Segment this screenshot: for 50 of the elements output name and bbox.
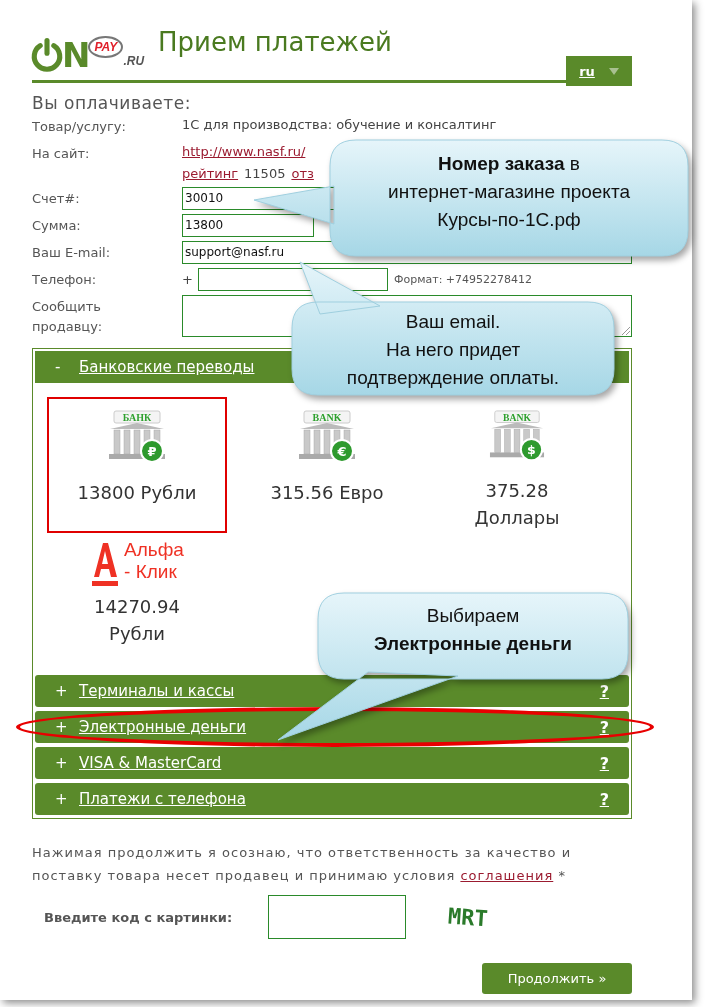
help-link[interactable]: ? — [599, 753, 609, 773]
expand-toggle[interactable]: + — [55, 754, 79, 772]
caret-icon — [608, 67, 619, 75]
payment-option[interactable]: Альфа - Клик 14270.94 Рубли — [47, 537, 227, 661]
option-amount: 375.28 Доллары — [473, 479, 561, 530]
option-amount: 14270.94 Рубли — [93, 595, 181, 646]
option-amount: 13800 Рубли — [77, 481, 197, 505]
help-link[interactable]: ? — [599, 789, 609, 809]
field-label: Счет#: — [32, 190, 81, 208]
agreement-text: Нажимая продолжить я осознаю, что ответственность за качество и поставку товара несет продавец и принимаю условия соглашения * — [32, 844, 573, 885]
amount-field[interactable]: 13800 — [182, 214, 314, 237]
resize-grip-icon — [621, 326, 630, 335]
continue-button[interactable]: Продолжить » — [482, 963, 632, 994]
payment-option[interactable]: БАНК ₽ 13800 Рубли — [47, 397, 227, 533]
field-label: Ваш E-mail: — [32, 244, 112, 262]
expand-toggle[interactable]: - — [55, 358, 79, 376]
payment-group-link[interactable]: Терминалы и кассы — [79, 682, 235, 700]
field-label: Товар/услугу: — [32, 118, 127, 136]
phone-prefix: + — [182, 270, 194, 289]
payment-group-link[interactable]: Банковские переводы — [79, 358, 255, 376]
agreement-link[interactable]: соглашения — [460, 868, 554, 883]
help-link[interactable]: ? — [599, 717, 609, 737]
payment-option[interactable]: BANK $ 375.28 Доллары — [427, 397, 607, 533]
page-title: Прием платежей — [158, 27, 393, 57]
expand-toggle[interactable]: + — [55, 682, 79, 700]
field-label: На сайт: — [32, 145, 91, 163]
expand-toggle[interactable]: + — [55, 790, 79, 808]
alfa-click-logo: Альфа - Клик — [90, 539, 184, 589]
field-label: Телефон: — [32, 271, 98, 289]
payment-group-link[interactable]: Электронные деньги — [79, 718, 247, 736]
rating-link[interactable]: рейтинг — [182, 164, 239, 184]
language-dropdown[interactable]: ru — [566, 56, 632, 86]
help-link[interactable]: ? — [599, 681, 609, 701]
payment-group-link[interactable]: Платежи с телефона — [79, 790, 246, 808]
phone-format-hint: Формат: +74952278412 — [394, 271, 533, 288]
payment-group-link[interactable]: VISA & MasterCard — [79, 754, 222, 772]
reviews-link[interactable]: отз — [291, 164, 314, 184]
field-value: 1С для производства: обучение и консалтинг — [182, 116, 497, 134]
captcha-image: MRT — [447, 903, 489, 931]
field-label: Сообщить продавцу: — [32, 298, 104, 336]
option-amount: 315.56 Евро — [270, 481, 384, 505]
expand-toggle[interactable]: + — [55, 718, 79, 736]
captcha-field[interactable] — [268, 895, 406, 939]
rating-value: 11505 — [244, 165, 286, 183]
site-link[interactable]: http://www.nasf.ru/ — [182, 142, 314, 162]
field-label: Сумма: — [32, 217, 82, 235]
payment-option[interactable]: BANK € 315.56 Евро — [237, 397, 417, 533]
captcha-label: Введите код с картинки: — [44, 909, 234, 925]
power-icon — [30, 38, 64, 72]
section-heading: Вы оплачиваете: — [32, 93, 192, 113]
